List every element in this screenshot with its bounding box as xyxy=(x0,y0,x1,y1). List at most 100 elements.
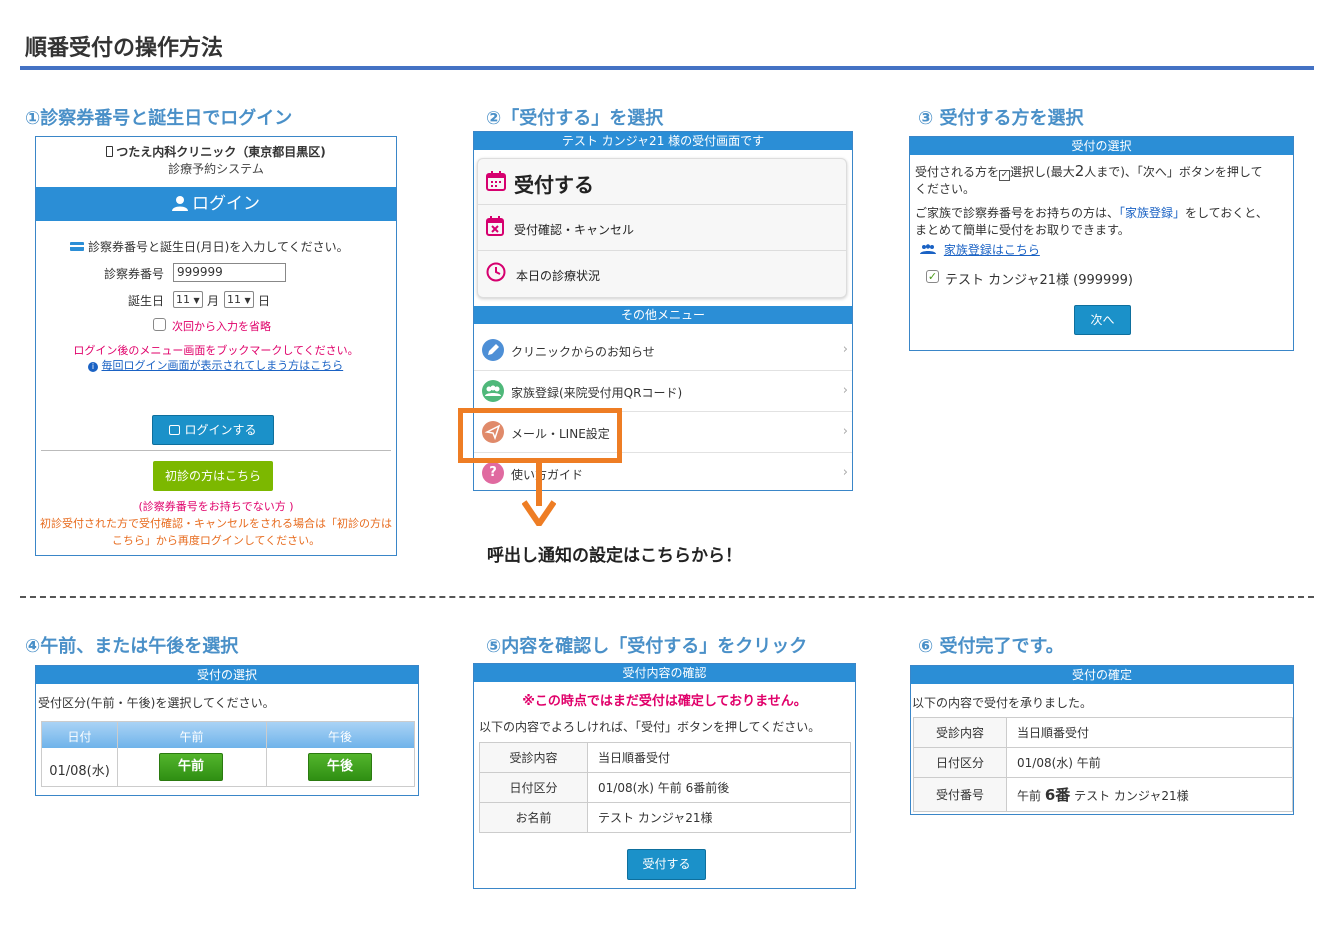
login-button[interactable]: ログインする xyxy=(152,415,274,445)
step-3-title: ③ 受付する方を選択 xyxy=(918,108,1084,129)
table-row: 受診内容 当日順番受付 xyxy=(913,717,1293,748)
confirm-cancel-menu-item[interactable]: 受付確認・キャンセル xyxy=(478,205,846,251)
first-visit-note: (診察券番号をお持ちでない方 ) xyxy=(138,500,294,513)
day-select[interactable]: 11 ▼ xyxy=(224,291,254,308)
select-time-header: 受付の選択 xyxy=(36,666,418,684)
first-visit-button[interactable]: 初診の方はこちら xyxy=(153,461,273,491)
pm-button[interactable]: 午後 xyxy=(308,753,372,781)
lock-icon xyxy=(169,425,181,435)
chevron-down-icon: ▼ xyxy=(244,296,251,305)
section-divider xyxy=(20,596,1314,598)
person-checkbox[interactable]: ✓ xyxy=(926,270,939,283)
highlight-box xyxy=(458,408,622,463)
help-link-row[interactable]: i 毎回ログイン画面が表示されてしまう方はこちら xyxy=(88,357,343,373)
chevron-right-icon: › xyxy=(842,424,848,439)
confirm-warning: ※この時点ではまだ受付は確定しておりません。 xyxy=(522,694,807,709)
login-panel-header: つたえ内科クリニック（東京都目黒区) 診療予約システム xyxy=(36,137,396,187)
bookmark-note: ログイン後のメニュー画面をブックマークしてください。 xyxy=(73,344,359,357)
time-date: 01/08(水) xyxy=(49,764,110,779)
main-menu-card: 受付する 受付確認・キャンセル 本日の診療状況 xyxy=(477,158,847,298)
confirm-instruction: 以下の内容でよろしければ、「受付」ボタンを押してください。 xyxy=(479,720,821,734)
complete-header: 受付の確定 xyxy=(911,666,1293,684)
pencil-icon xyxy=(482,339,504,361)
calendar-x-icon xyxy=(486,216,504,240)
menu-header: テスト カンジャ21 様の受付画面です xyxy=(474,132,852,150)
calendar-icon xyxy=(486,171,506,195)
select-time-panel: 受付の選択 受付区分(午前・午後)を選択してください。 日付 午前 午後 01/… xyxy=(35,665,419,796)
complete-table: 受診内容 当日順番受付 日付区分 01/08(水) 午前 受付番号 午前 6番 … xyxy=(913,717,1293,812)
birthday-label: 誕生日 xyxy=(128,294,165,308)
day-unit: 日 xyxy=(258,294,271,308)
reception-label: 受付する xyxy=(514,173,594,197)
chevron-down-icon: ▼ xyxy=(193,296,200,305)
question-icon: ? xyxy=(482,462,504,484)
family-register-link[interactable]: 「家族登録」 xyxy=(1119,206,1185,220)
today-status-menu-item[interactable]: 本日の診療状況 xyxy=(478,251,846,297)
month-unit: 月 xyxy=(207,294,220,308)
checkbox-icon: ✓ xyxy=(999,170,1011,181)
page-title: 順番受付の操作方法 xyxy=(25,36,224,61)
user-icon xyxy=(172,189,188,223)
table-row: 日付区分 01/08(水) 午前 6番前後 xyxy=(479,772,851,803)
first-visit-note-3: こちら」から再度ログインしてください。 xyxy=(111,534,321,547)
col-am: 午前 xyxy=(179,730,204,744)
select-person-panel: 受付の選択 受付される方を ✓ 選択し(最大2人まで)、「次へ」ボタンを押して くだ… xyxy=(909,136,1294,351)
step-6-title: ⑥ 受付完了です。 xyxy=(918,636,1064,657)
table-row: 受診内容 当日順番受付 xyxy=(479,742,851,773)
chevron-right-icon: › xyxy=(842,465,848,480)
submit-button[interactable]: 受付する xyxy=(627,849,706,880)
select-time-instruction: 受付区分(午前・午後)を選択してください。 xyxy=(38,696,275,710)
card-icon xyxy=(70,242,84,251)
family-link-row[interactable]: 家族登録はこちら xyxy=(920,241,1040,258)
remember-checkbox[interactable] xyxy=(153,318,166,331)
step-5-title: ⑤内容を確認し「受付する」をクリック xyxy=(486,636,808,657)
family-link[interactable]: 家族登録はこちら xyxy=(944,243,1040,257)
step-2-title: ②「受付する」を選択 xyxy=(486,108,664,129)
other-menu-header: その他メニュー xyxy=(474,306,852,324)
confirm-table: 受診内容 当日順番受付 日付区分 01/08(水) 午前 6番前後 お名前 テス… xyxy=(479,742,851,833)
callout-text: 呼出し通知の設定はこちらから！ xyxy=(487,546,742,566)
next-button[interactable]: 次へ xyxy=(1074,305,1131,335)
login-instruction: 診察券番号と誕生日(月日)を入力してください。 xyxy=(88,240,349,254)
login-divider xyxy=(41,450,391,451)
login-header-bar: ログイン xyxy=(36,187,396,221)
confirm-header: 受付内容の確認 xyxy=(474,664,855,682)
am-button[interactable]: 午前 xyxy=(159,753,223,781)
title-divider xyxy=(20,66,1314,70)
today-status-label: 本日の診療状況 xyxy=(516,269,601,283)
person-name: テスト カンジャ21様 (999999) xyxy=(945,273,1133,288)
chevron-right-icon: › xyxy=(842,342,848,357)
time-table: 日付 午前 午後 01/08(水) 午前 午後 xyxy=(41,721,415,787)
login-header-label: ログイン xyxy=(192,194,260,214)
clinic-name: つたえ内科クリニック（東京都目黒区) xyxy=(116,145,326,159)
list-item[interactable]: クリニックからのお知らせ › xyxy=(474,330,852,371)
col-date: 日付 xyxy=(67,730,92,744)
table-row: お名前 テスト カンジャ21様 xyxy=(479,802,851,833)
remember-label: 次回から入力を省略 xyxy=(172,320,271,333)
confirm-cancel-label: 受付確認・キャンセル xyxy=(514,223,635,237)
clock-icon xyxy=(486,262,506,286)
chevron-right-icon: › xyxy=(842,383,848,398)
select-person-header: 受付の選択 xyxy=(910,137,1293,155)
down-arrow-icon xyxy=(522,462,556,526)
card-number-input[interactable]: 999999 xyxy=(173,263,286,282)
card-number-label: 診察券番号 xyxy=(104,267,165,281)
month-select[interactable]: 11 ▼ xyxy=(173,291,203,308)
col-pm: 午後 xyxy=(327,730,352,744)
system-name: 診療予約システム xyxy=(168,162,264,176)
info-icon: i xyxy=(88,362,98,372)
users-icon xyxy=(920,243,936,257)
reception-menu-item[interactable]: 受付する xyxy=(478,159,846,205)
phone-icon xyxy=(106,146,114,157)
list-item[interactable]: 家族登録(来院受付用QRコード) › xyxy=(474,371,852,412)
confirm-panel: 受付内容の確認 ※この時点ではまだ受付は確定しておりません。 以下の内容でよろし… xyxy=(473,663,856,889)
step-4-title: ④午前、または午後を選択 xyxy=(25,636,239,657)
login-panel: つたえ内科クリニック（東京都目黒区) 診療予約システム ログイン 診察券番号と誕… xyxy=(35,136,397,556)
family-icon xyxy=(482,380,504,402)
table-row: 受付番号 午前 6番 テスト カンジャ21様 xyxy=(913,777,1293,812)
complete-panel: 受付の確定 以下の内容で受付を承りました。 受診内容 当日順番受付 日付区分 0… xyxy=(910,665,1294,815)
complete-text: 以下の内容で受付を承りました。 xyxy=(912,696,1093,710)
help-link[interactable]: 毎回ログイン画面が表示されてしまう方はこちら xyxy=(102,359,344,372)
first-visit-note-2: 初診受付された方で受付確認・キャンセルをされる場合は「初診の方は xyxy=(40,517,392,530)
step-1-title: ①診察券番号と誕生日でログイン xyxy=(25,108,293,129)
